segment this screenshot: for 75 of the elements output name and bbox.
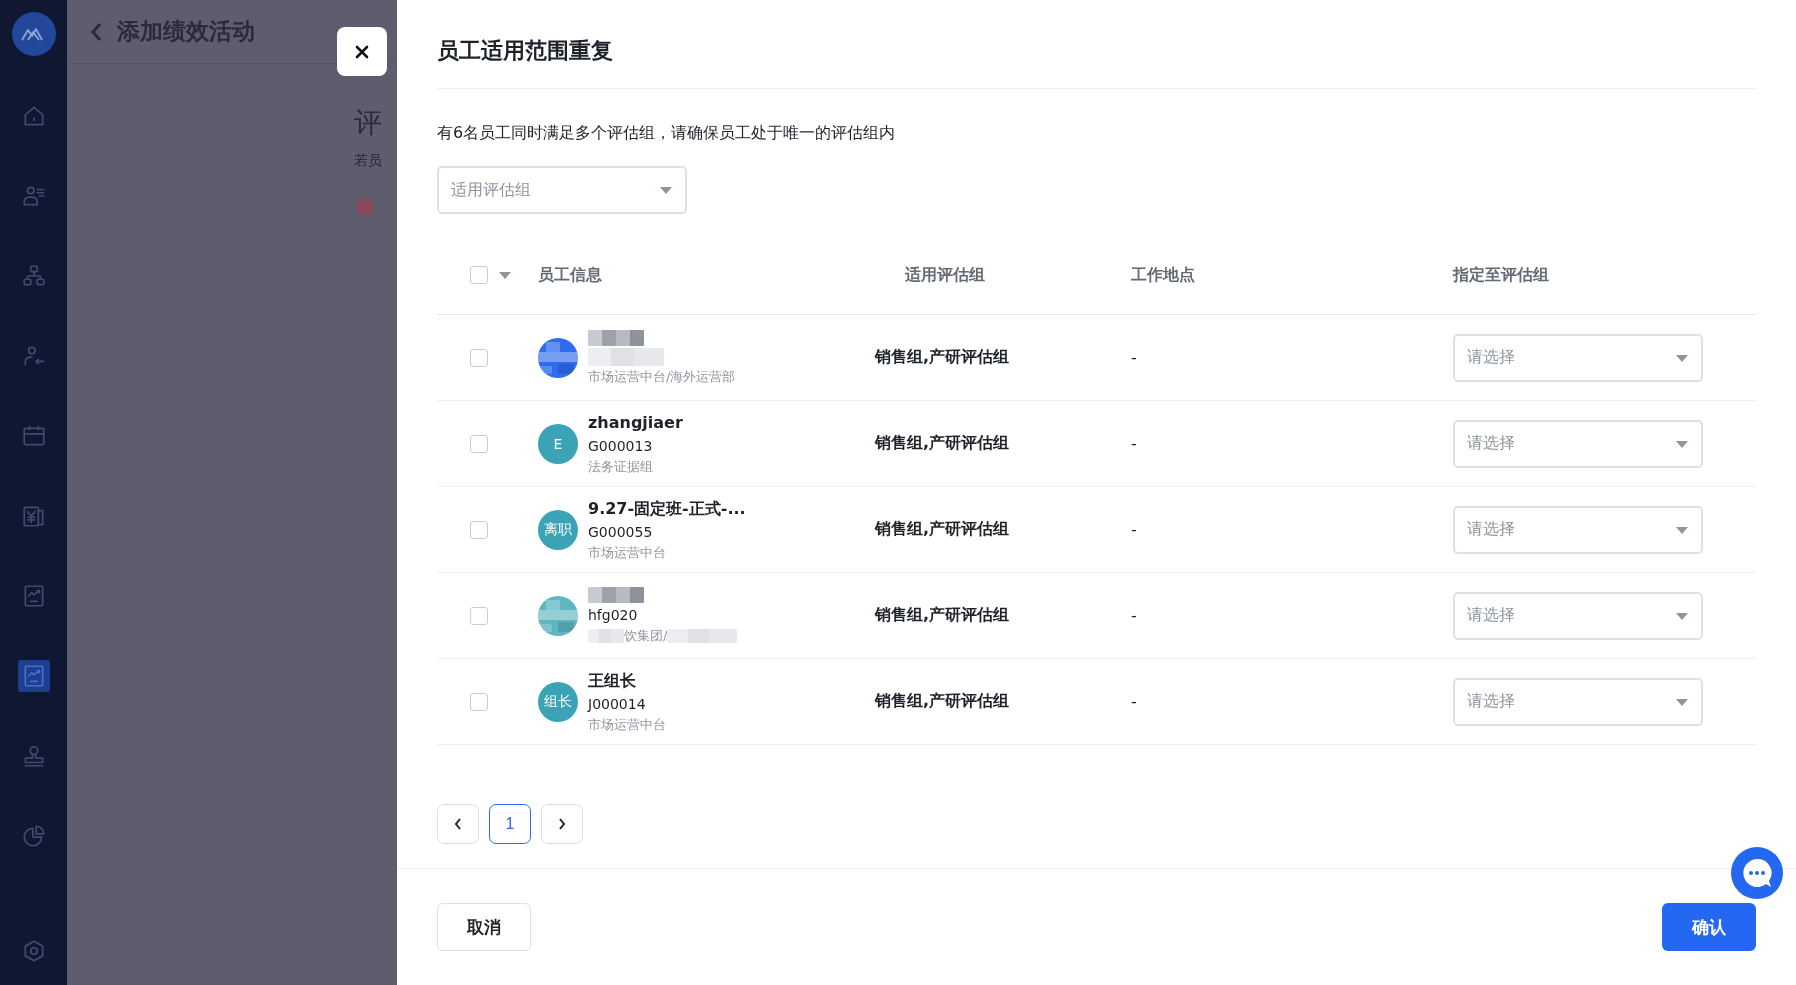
assign-group-select[interactable]: 请选择 (1453, 505, 1703, 554)
row-checkbox[interactable] (470, 434, 488, 453)
caret-icon (659, 185, 673, 195)
group-text: 销售组,产研评估组 (875, 691, 1010, 710)
location-text: - (1131, 434, 1137, 453)
employee-id: hfg020 (588, 605, 639, 625)
row-checkbox[interactable] (470, 606, 488, 625)
employee-name: 王组长 (588, 669, 637, 692)
group-text: 销售组,产研评估组 (875, 519, 1010, 538)
row-checkbox[interactable] (470, 692, 488, 711)
location-text: - (1131, 606, 1137, 625)
yen-icon (20, 503, 47, 529)
department-text: 饮集团/ (624, 626, 668, 645)
column-header: 员工信息 (538, 264, 602, 284)
employee-name: 9.27-固定班-正式-... (588, 497, 746, 520)
employee-id: J000014 (588, 694, 647, 714)
caret-icon (1675, 696, 1689, 707)
caret-icon (1675, 438, 1689, 449)
calendar-icon (20, 423, 47, 449)
hint-text: 若员 (354, 152, 383, 170)
location-text: - (1131, 520, 1137, 539)
row-checkbox[interactable] (470, 520, 488, 539)
pie-icon (20, 823, 47, 849)
chevron-right-icon (557, 817, 567, 831)
org-icon (20, 263, 47, 289)
employee-name: zhangjiaer (588, 411, 683, 434)
department-text: 法务证据组 (588, 457, 653, 476)
dialog-title: 员工适用范围重复 (437, 0, 1756, 89)
chevron-left-icon (453, 817, 463, 831)
confirm-button[interactable]: 确认 (1662, 903, 1756, 951)
avatar: 组长 (538, 681, 578, 722)
department-text: 市场运营中台 (588, 715, 666, 734)
message-text: 有6名员工同时满足多个评估组，请确保员工处于唯一的评估组内 (437, 123, 897, 144)
caret-icon (498, 270, 512, 280)
cancel-button[interactable]: 取消 (437, 903, 531, 951)
redacted-text (588, 628, 624, 643)
caret-icon (1675, 352, 1689, 363)
column-header: 适用评估组 (905, 264, 985, 284)
caret-icon (1675, 610, 1689, 621)
employee-id: G000055 (588, 522, 654, 542)
previous-page-button[interactable] (437, 804, 479, 844)
location-text: - (1131, 348, 1137, 367)
group-text: 销售组,产研评估组 (875, 433, 1010, 452)
group-text: 销售组,产研评估组 (875, 605, 1010, 624)
row-checkbox[interactable] (470, 348, 488, 367)
chat-button[interactable] (1731, 847, 1783, 899)
column-header: 指定至评估组 (1453, 264, 1549, 284)
close-icon (354, 43, 370, 60)
assign-group-select[interactable]: 请选择 (1453, 591, 1703, 640)
caret-icon (1675, 524, 1689, 535)
group-filter-select[interactable]: 适用评估组 (437, 166, 687, 214)
page-button[interactable]: 1 (489, 804, 531, 844)
employee-id: G000013 (588, 436, 654, 456)
close-button[interactable] (337, 27, 387, 76)
next-page-button[interactable] (541, 804, 583, 844)
department-text: 市场运营中台/海外运营部 (588, 367, 736, 386)
error-icon (356, 198, 374, 216)
redacted-name (588, 329, 644, 346)
nav-item[interactable] (17, 660, 50, 692)
app-logo[interactable] (11, 12, 56, 56)
assign-group-select[interactable]: 请选择 (1453, 419, 1703, 468)
group-text: 销售组,产研评估组 (875, 347, 1010, 366)
avatar: 离职 (538, 509, 578, 550)
column-header: 工作地点 (1131, 264, 1195, 284)
assign-group-select[interactable]: 请选择 (1453, 333, 1703, 382)
department-text: 市场运营中台 (588, 543, 666, 562)
person-list-icon (20, 183, 47, 209)
select-all-checkbox[interactable] (470, 266, 488, 284)
assign-group-select[interactable]: 请选择 (1453, 677, 1703, 726)
location-text: - (1131, 692, 1137, 711)
avatar: E (538, 423, 578, 464)
chat-icon (1740, 856, 1774, 890)
redacted-name (588, 586, 644, 603)
back-icon[interactable] (89, 20, 103, 43)
redacted-text (667, 628, 738, 643)
